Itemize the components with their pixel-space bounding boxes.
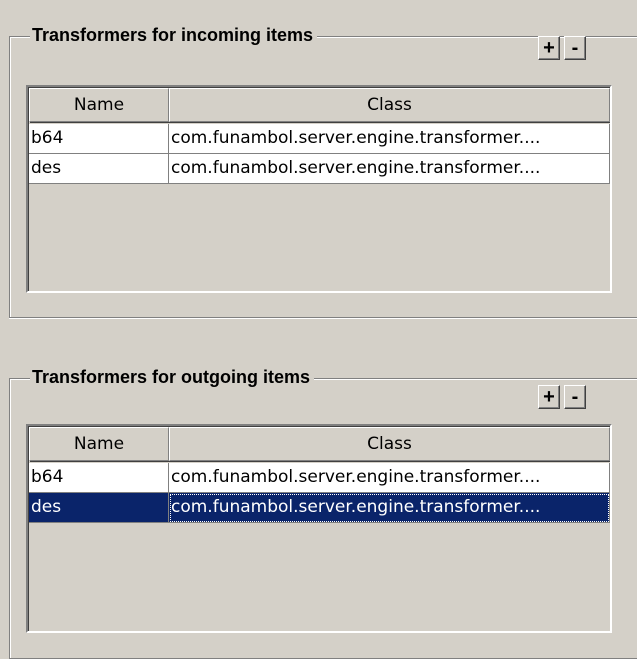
row-class-cell: com.funambol.server.engine.transformer..…: [169, 154, 610, 184]
outgoing-class-column-header[interactable]: Class: [169, 427, 610, 461]
table-row[interactable]: des com.funambol.server.engine.transform…: [29, 154, 610, 184]
incoming-add-button[interactable]: +: [538, 36, 560, 60]
table-row-selected[interactable]: des com.funambol.server.engine.transform…: [29, 493, 610, 523]
outgoing-transformers-table: Name Class b64 com.funambol.server.engin…: [26, 424, 612, 633]
table-row[interactable]: b64 com.funambol.server.engine.transform…: [29, 463, 610, 493]
row-class-cell: com.funambol.server.engine.transformer..…: [169, 493, 610, 523]
incoming-class-column-header[interactable]: Class: [169, 88, 610, 122]
row-name-cell: b64: [29, 124, 169, 154]
row-class-cell: com.funambol.server.engine.transformer..…: [169, 124, 610, 154]
outgoing-name-column-header[interactable]: Name: [29, 427, 169, 461]
row-name-cell: des: [29, 493, 169, 523]
outgoing-group-title: Transformers for outgoing items: [30, 365, 315, 389]
table-row[interactable]: b64 com.funambol.server.engine.transform…: [29, 124, 610, 154]
incoming-name-column-header[interactable]: Name: [29, 88, 169, 122]
incoming-group-title: Transformers for incoming items: [30, 23, 318, 47]
row-name-cell: b64: [29, 463, 169, 493]
incoming-transformers-table: Name Class b64 com.funambol.server.engin…: [26, 85, 612, 293]
row-name-cell: des: [29, 154, 169, 184]
outgoing-remove-button[interactable]: -: [564, 385, 586, 409]
row-class-cell: com.funambol.server.engine.transformer..…: [169, 463, 610, 493]
incoming-remove-button[interactable]: -: [564, 36, 586, 60]
outgoing-add-button[interactable]: +: [538, 385, 560, 409]
